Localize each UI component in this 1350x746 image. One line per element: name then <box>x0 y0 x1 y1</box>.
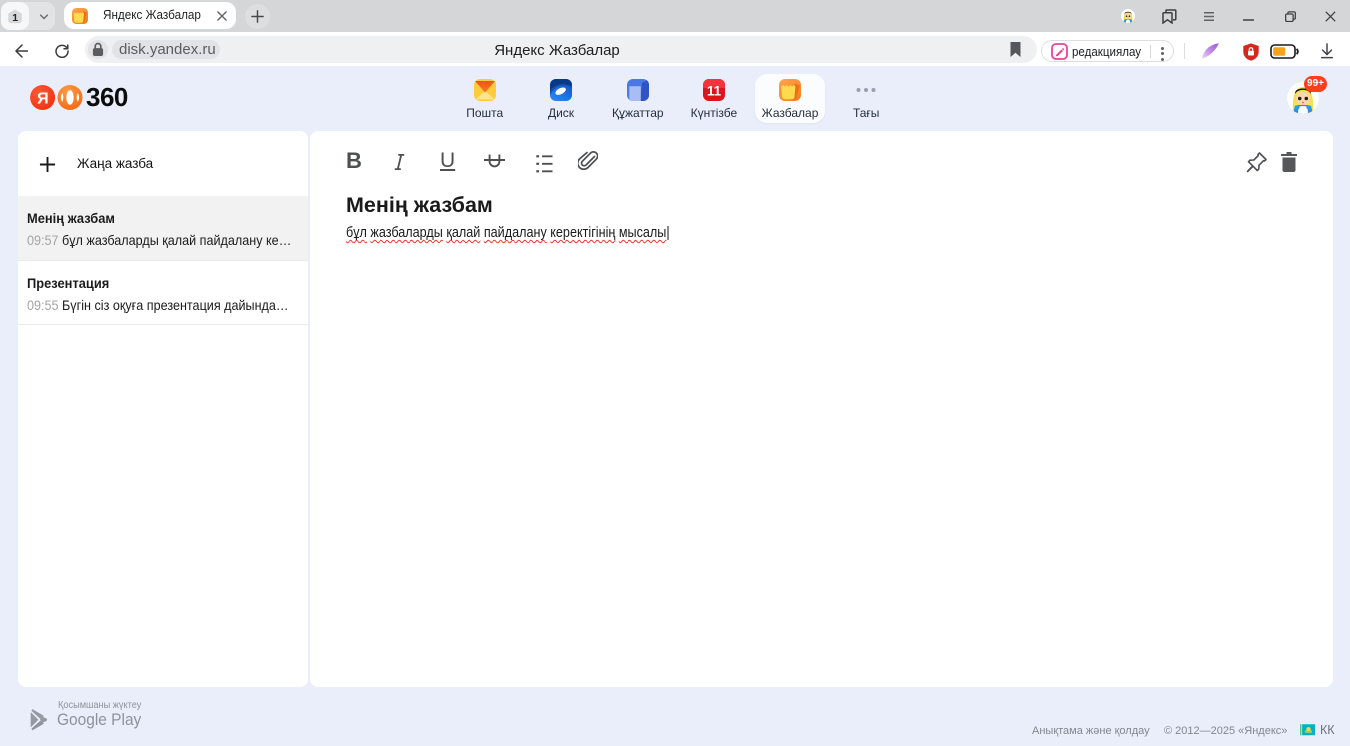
svg-text:11: 11 <box>707 83 722 98</box>
svg-text:Я: Я <box>37 90 49 107</box>
svg-text:1: 1 <box>12 12 18 24</box>
